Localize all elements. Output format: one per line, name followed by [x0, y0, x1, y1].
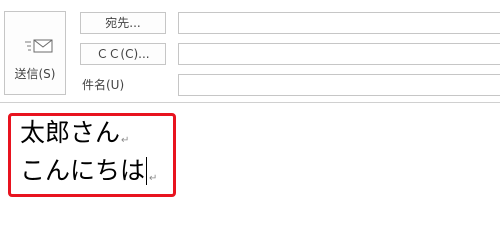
send-button[interactable]: 送信(S)	[4, 11, 66, 95]
send-envelope-icon	[25, 39, 53, 53]
paragraph-mark-icon: ↵	[121, 135, 130, 146]
body-line-2-text: こんにちは	[20, 156, 146, 185]
body-line-2: こんにちは ↵	[20, 156, 157, 194]
cc-button[interactable]: ＣＣ(C)...	[80, 43, 166, 65]
subject-label: 件名(U)	[82, 78, 125, 92]
to-button[interactable]: 宛先...	[80, 12, 166, 34]
body-line-1-text: 太郎さん	[20, 118, 121, 147]
body-line-1: 太郎さん↵	[20, 118, 129, 156]
subject-field[interactable]	[178, 74, 500, 96]
text-cursor	[146, 157, 148, 185]
paragraph-mark-icon: ↵	[149, 173, 158, 184]
cc-field[interactable]	[178, 43, 500, 65]
to-field[interactable]	[178, 12, 500, 34]
send-label: 送信(S)	[14, 67, 56, 81]
